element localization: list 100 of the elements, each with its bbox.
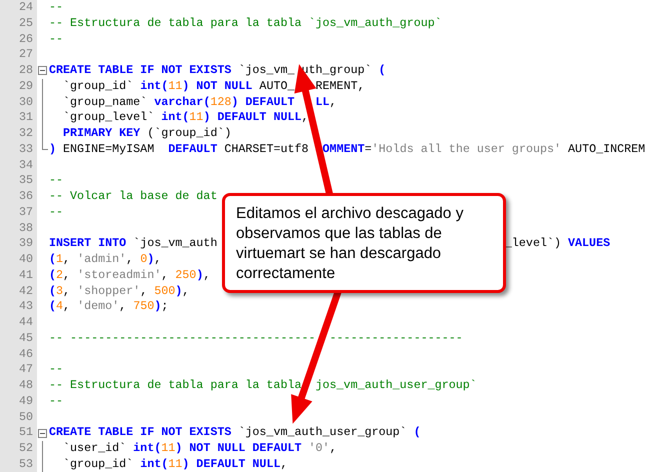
sql-keyword: ( [414, 425, 421, 440]
code-text: , [330, 441, 337, 455]
line-number: 38 [18, 220, 33, 234]
code-text: `group_name` [62, 94, 148, 108]
fold-toggle[interactable] [38, 428, 47, 438]
number-literal: 11 [168, 456, 182, 471]
line-number: 40 [18, 252, 33, 266]
code-text: _level`) [504, 236, 562, 250]
code-text: , [119, 299, 128, 314]
sql-keyword: ) NOT NULL [182, 78, 252, 93]
line-number: 45 [18, 330, 33, 345]
line-number: 33 [18, 142, 33, 156]
sql-keyword: ) DEFAULT [231, 94, 296, 108]
sql-keyword: ) [154, 299, 162, 314]
code-text: `user_id` [62, 441, 128, 455]
sql-keyword: ( [49, 299, 56, 314]
code-comment: -- [49, 0, 64, 14]
code-comment: -- [49, 32, 64, 46]
code-comment: -- Estructura de tabla para la tabla [49, 378, 302, 392]
sql-keyword: CREATE TABLE IF NOT EXISTS [49, 425, 232, 440]
line-number: 28 [18, 63, 33, 77]
number-literal: 11 [168, 78, 182, 93]
code-comment: -- [49, 173, 64, 188]
sql-keyword: ( [49, 284, 56, 298]
code-comment: -- [49, 394, 64, 408]
code-text: uth_group` [301, 63, 373, 77]
number-literal: 11 [161, 441, 176, 455]
line-number: 51 [18, 425, 33, 440]
code-text: , [302, 110, 309, 124]
sql-keyword: ) NOT NULL DEFAULT [175, 441, 303, 455]
line-number: 25 [18, 16, 33, 30]
sql-keyword: LL [316, 94, 330, 108]
code-comment: jos_vm_auth_user_group` [316, 378, 477, 392]
line-number: 30 [18, 94, 33, 108]
line-number: 53 [18, 456, 33, 471]
string-literal: '0' [308, 441, 330, 455]
code-text: , [63, 284, 72, 298]
code-text: `jos_vm_auth_user_group` [237, 425, 408, 440]
line-number: 27 [18, 47, 33, 62]
number-literal: 2 [56, 268, 64, 282]
number-literal: 750 [133, 299, 154, 314]
sql-keyword: int( [161, 110, 190, 124]
number-literal: 250 [175, 268, 196, 282]
number-literal: 4 [56, 299, 64, 314]
line-number: 31 [18, 110, 33, 124]
line-number: 50 [18, 410, 33, 424]
line-number: 36 [18, 189, 33, 203]
line-number: 46 [18, 346, 33, 360]
line-number: 34 [18, 158, 33, 172]
number-literal: 3 [56, 284, 64, 298]
code-text: , [140, 284, 148, 298]
sql-keyword: ( [49, 268, 56, 282]
sql-keyword: int( [140, 456, 168, 471]
line-number: 41 [18, 268, 33, 282]
line-number: 42 [18, 284, 33, 298]
sql-keyword: varchar( [154, 94, 210, 108]
code-text: , [154, 252, 162, 266]
sql-keyword: int( [140, 78, 168, 93]
line-number: 39 [18, 236, 33, 250]
callout-text: Editamos el archivo descagado y observamos que las tablas de virtuemart se han descargado correctamente [236, 204, 464, 284]
number-literal: 11 [189, 110, 204, 124]
line-number: 32 [18, 126, 33, 140]
sql-keyword: ) [175, 284, 182, 298]
sql-keyword: DEFAULT [168, 142, 218, 156]
sql-keyword: int( [133, 441, 162, 455]
code-text: , [63, 252, 72, 266]
number-literal: 0 [140, 252, 148, 266]
code-text: `jos_vm_ [237, 63, 294, 77]
code-text: = [364, 142, 372, 156]
line-number: 48 [18, 378, 33, 392]
code-text: , [203, 268, 210, 282]
line-number: 52 [18, 441, 33, 455]
code-text: `group_id` [62, 78, 134, 93]
code-text: , [280, 456, 288, 471]
code-text: , [330, 94, 337, 108]
code-text: , [182, 284, 190, 298]
code-comment: -- Volcar la base de dat [49, 189, 218, 203]
string-literal: 'admin' [77, 252, 126, 266]
string-literal: 'Holds all the user groups' [372, 142, 562, 156]
fold-toggle[interactable] [38, 66, 47, 76]
code-comment: -- ----------------------------------- [49, 330, 316, 345]
line-number: 24 [18, 0, 33, 14]
code-text: , [63, 299, 72, 314]
sql-keyword: ) [49, 142, 56, 156]
number-literal: 128 [210, 94, 232, 108]
code-text: , [63, 268, 72, 282]
sql-keyword: OMMENT [322, 142, 365, 156]
line-number: 49 [18, 394, 33, 408]
code-text: `jos_vm_auth [132, 236, 218, 250]
code-text: `group_id` [62, 456, 134, 471]
code-text: `group_level` [62, 110, 156, 124]
code-comment: -- Estructura de tabla para la tabla `jos_vm_auth_group` [49, 16, 442, 30]
sql-keyword: CREATE TABLE IF NOT EXISTS [49, 63, 232, 77]
code-comment: -- [49, 362, 64, 376]
code-text: AUTO_INCREM [567, 142, 646, 156]
sql-keyword: PRIMARY KEY [62, 126, 140, 140]
code-text: CHARSET=utf8 [223, 142, 310, 156]
string-literal: 'storeadmin' [77, 268, 162, 282]
sql-keyword: ( [49, 252, 56, 266]
sql-keyword: ( [378, 63, 386, 77]
